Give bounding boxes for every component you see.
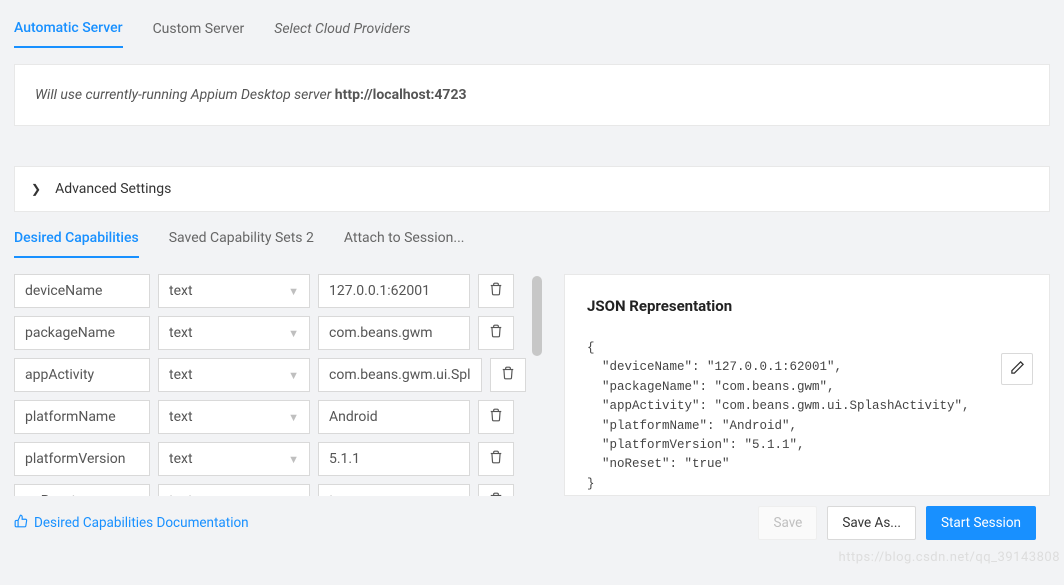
capability-name-input[interactable]: deviceName (14, 274, 150, 308)
capability-name-input[interactable]: platformName (14, 400, 150, 434)
start-session-button[interactable]: Start Session (926, 506, 1036, 540)
capability-type-select[interactable]: text▼ (158, 316, 310, 350)
capability-row: noReset text▼ true (14, 484, 528, 496)
tab-saved-capability-sets[interactable]: Saved Capability Sets 2 (169, 226, 314, 258)
capabilities-documentation-link[interactable]: Desired Capabilities Documentation (14, 514, 249, 532)
server-info-text: Will use currently-running Appium Deskto… (35, 87, 335, 103)
trash-icon (489, 450, 503, 468)
trash-icon (489, 282, 503, 300)
capability-type-select[interactable]: text▼ (158, 442, 310, 476)
trash-icon (501, 366, 515, 384)
capability-value-input[interactable]: com.beans.gwm (318, 316, 470, 350)
capability-name-input[interactable]: packageName (14, 316, 150, 350)
chevron-down-icon: ▼ (288, 327, 299, 340)
capability-row: platformVersiontext▼5.1.1 (14, 442, 528, 476)
tab-select-cloud-providers[interactable]: Select Cloud Providers (274, 15, 410, 47)
tab-custom-server[interactable]: Custom Server (153, 15, 245, 47)
trash-icon (489, 492, 503, 496)
capability-value-input[interactable]: 127.0.0.1:62001 (318, 274, 470, 308)
trash-icon (489, 324, 503, 342)
capability-row: platformNametext▼Android (14, 400, 528, 434)
tab-automatic-server[interactable]: Automatic Server (14, 14, 123, 48)
chevron-down-icon: ▼ (288, 495, 299, 497)
chevron-down-icon: ▼ (288, 369, 299, 382)
chevron-down-icon: ▼ (288, 453, 299, 466)
json-representation-panel: JSON Representation { "deviceName": "127… (564, 274, 1050, 496)
capability-row: appActivitytext▼com.beans.gwm.ui.Spl (14, 358, 528, 392)
session-tabs: Desired Capabilities Saved Capability Se… (14, 226, 1050, 258)
capabilities-list: deviceNametext▼127.0.0.1:62001packageNam… (14, 274, 544, 496)
watermark: https://blog.csdn.net/qq_39143808 (839, 550, 1060, 565)
capability-name-input[interactable]: noReset (14, 484, 150, 496)
scrollbar[interactable] (532, 276, 542, 356)
capability-value-input[interactable]: true (318, 484, 470, 496)
doc-link-label: Desired Capabilities Documentation (34, 515, 249, 531)
capability-row: deviceNametext▼127.0.0.1:62001 (14, 274, 528, 308)
capability-type-select[interactable]: text▼ (158, 274, 310, 308)
capability-type-select[interactable]: text▼ (158, 484, 310, 496)
advanced-settings-toggle[interactable]: ❯ Advanced Settings (14, 166, 1050, 212)
tab-attach-to-session[interactable]: Attach to Session... (344, 226, 465, 258)
server-tabs: Automatic Server Custom Server Select Cl… (14, 14, 1050, 48)
delete-capability-button[interactable] (478, 274, 514, 308)
json-content: { "deviceName": "127.0.0.1:62001", "pack… (587, 339, 1027, 494)
chevron-down-icon: ▼ (288, 285, 299, 298)
edit-json-button[interactable] (1001, 353, 1033, 385)
trash-icon (489, 408, 503, 426)
capability-name-input[interactable]: platformVersion (14, 442, 150, 476)
json-title: JSON Representation (587, 297, 1027, 315)
advanced-settings-label: Advanced Settings (55, 181, 171, 197)
tab-desired-capabilities[interactable]: Desired Capabilities (14, 226, 139, 258)
delete-capability-button[interactable] (490, 358, 526, 392)
capability-value-input[interactable]: com.beans.gwm.ui.Spl (318, 358, 482, 392)
server-url: http://localhost:4723 (335, 87, 467, 103)
thumbs-up-icon (14, 514, 28, 532)
server-info-box: Will use currently-running Appium Deskto… (14, 64, 1050, 126)
delete-capability-button[interactable] (478, 400, 514, 434)
delete-capability-button[interactable] (478, 484, 514, 496)
capability-row: packageNametext▼com.beans.gwm (14, 316, 528, 350)
capability-value-input[interactable]: 5.1.1 (318, 442, 470, 476)
delete-capability-button[interactable] (478, 442, 514, 476)
delete-capability-button[interactable] (478, 316, 514, 350)
save-button: Save (758, 506, 817, 540)
chevron-right-icon: ❯ (31, 182, 41, 196)
capability-name-input[interactable]: appActivity (14, 358, 150, 392)
save-as-button[interactable]: Save As... (827, 506, 916, 540)
pencil-icon (1010, 360, 1025, 379)
capability-value-input[interactable]: Android (318, 400, 470, 434)
capability-type-select[interactable]: text▼ (158, 400, 310, 434)
capability-type-select[interactable]: text▼ (158, 358, 310, 392)
chevron-down-icon: ▼ (288, 411, 299, 424)
